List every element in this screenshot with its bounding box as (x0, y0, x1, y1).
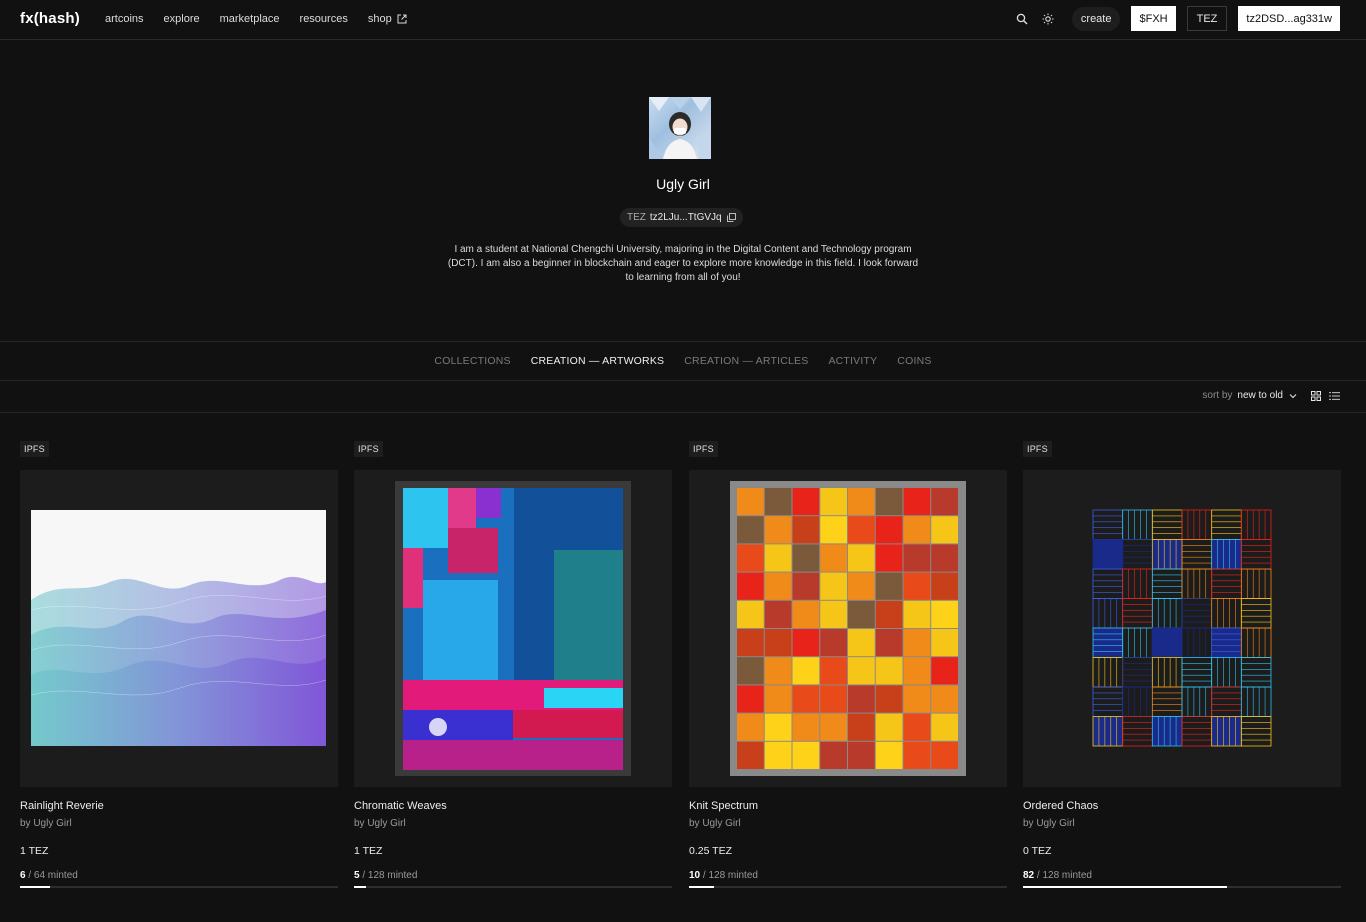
nav-explore[interactable]: explore (164, 13, 200, 25)
wallet-button[interactable]: tz2DSD...ag331w (1238, 6, 1340, 31)
artwork-author[interactable]: by Ugly Girl (689, 818, 741, 829)
profile-tabs: COLLECTIONS CREATION — ARTWORKS CREATION… (0, 341, 1366, 381)
nav-resources[interactable]: resources (300, 13, 348, 25)
artwork-price: 1 TEZ (354, 845, 383, 857)
header-actions: create $FXH TEZ tz2DSD...ag331w (1012, 6, 1340, 31)
theme-toggle-icon[interactable] (1038, 9, 1058, 29)
mint-progress-fill (1023, 886, 1227, 888)
avatar (649, 97, 711, 159)
artwork-thumbnail[interactable] (20, 470, 338, 787)
main-nav: artcoins explore marketplace resources s… (105, 13, 427, 25)
artwork-title[interactable]: Rainlight Reverie (20, 800, 104, 812)
minted-number: 10 (689, 870, 701, 881)
artwork-title[interactable]: Knit Spectrum (689, 800, 758, 812)
nav-shop[interactable]: shop (368, 13, 407, 25)
nav-artcoins[interactable]: artcoins (105, 13, 144, 25)
fxh-token-button[interactable]: $FXH (1131, 6, 1176, 31)
ipfs-badge: IPFS (354, 441, 383, 457)
sort-controls: sort by new to old (1202, 390, 1340, 401)
minted-number: 82 (1023, 870, 1035, 881)
artwork-card[interactable]: IPFS Chromatic Weaves by Ugly Girl 1 TEZ… (354, 441, 672, 888)
nav-marketplace[interactable]: marketplace (220, 13, 280, 25)
minted-total: / 128 minted (359, 870, 418, 881)
mint-progress-fill (689, 886, 714, 888)
profile-name: Ugly Girl (656, 176, 710, 192)
tab-activity[interactable]: ACTIVITY (828, 355, 877, 367)
minted-count: 6 / 64 minted (20, 870, 78, 881)
chevron-down-icon[interactable] (1289, 393, 1297, 399)
artwork-thumbnail[interactable] (689, 470, 1007, 787)
artwork-card[interactable]: IPFS Knit Spectrum by Ugly Girl 0.25 TEZ… (689, 441, 1007, 888)
minted-total: / 128 minted (700, 870, 758, 881)
artwork-author[interactable]: by Ugly Girl (1023, 818, 1075, 829)
artwork-author[interactable]: by Ugly Girl (20, 818, 72, 829)
minted-count: 5 / 128 minted (354, 870, 417, 881)
logo[interactable]: fx(hash) (20, 10, 80, 27)
artwork-title[interactable]: Chromatic Weaves (354, 800, 447, 812)
mint-progress (20, 886, 338, 888)
mint-progress (354, 886, 672, 888)
artwork-price: 0.25 TEZ (689, 845, 732, 857)
ipfs-badge: IPFS (1023, 441, 1052, 457)
minted-total: / 64 minted (25, 870, 78, 881)
artwork-card[interactable]: IPFS Ordered Chaos by Ugly Girl 0 TEZ 82… (1023, 441, 1341, 888)
tez-balance-button[interactable]: TEZ (1186, 6, 1228, 31)
artwork-author[interactable]: by Ugly Girl (354, 818, 406, 829)
sort-label: sort by (1202, 390, 1233, 401)
top-navigation: fx(hash) artcoins explore marketplace re… (0, 0, 1366, 40)
ipfs-badge: IPFS (20, 441, 49, 457)
mint-progress-fill (20, 886, 50, 888)
list-view-icon[interactable] (1329, 391, 1340, 401)
mint-progress-fill (354, 886, 367, 888)
mint-progress (689, 886, 1007, 888)
sort-select[interactable]: new to old (1237, 390, 1283, 401)
mint-progress (1023, 886, 1341, 888)
artwork-price: 0 TEZ (1023, 845, 1052, 857)
minted-total: / 128 minted (1034, 870, 1092, 881)
ipfs-badge: IPFS (689, 441, 718, 457)
nav-shop-label: shop (367, 13, 392, 25)
artwork-title[interactable]: Ordered Chaos (1023, 800, 1098, 812)
artwork-price: 1 TEZ (20, 845, 49, 857)
wallet-address: tz2LJu...TtGVJq (649, 212, 722, 223)
search-icon[interactable] (1012, 9, 1032, 29)
grid-view-icon[interactable] (1311, 390, 1321, 401)
external-link-icon (397, 14, 407, 24)
address-prefix: TEZ (627, 212, 646, 223)
artwork-thumbnail[interactable] (1023, 470, 1341, 787)
tab-coins[interactable]: COINS (897, 355, 931, 367)
copy-icon[interactable] (726, 213, 736, 222)
tab-creation-articles[interactable]: CREATION — ARTICLES (684, 355, 808, 367)
address-pill[interactable]: TEZ tz2LJu...TtGVJq (620, 208, 743, 227)
artwork-card[interactable]: IPFS Rainlight Reverie by Ugly Girl 1 TE… (20, 441, 338, 888)
artwork-thumbnail[interactable] (354, 470, 672, 787)
tab-creation-artworks[interactable]: CREATION — ARTWORKS (531, 355, 665, 367)
minted-count: 82 / 128 minted (1023, 870, 1092, 881)
minted-count: 10 / 128 minted (689, 870, 758, 881)
create-button[interactable]: create (1071, 6, 1121, 31)
profile-bio: I am a student at National Chengchi Univ… (447, 244, 919, 283)
sort-row: sort by new to old (0, 381, 1366, 413)
tab-collections[interactable]: COLLECTIONS (434, 355, 510, 367)
